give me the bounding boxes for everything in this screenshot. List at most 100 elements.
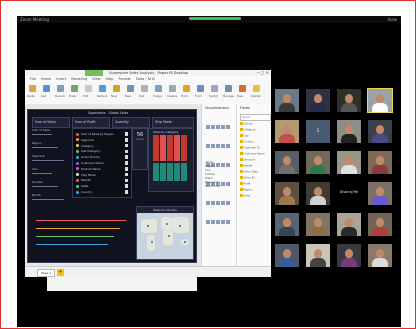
field-item[interactable]: Region [240,188,252,192]
ribbon-button-icon[interactable] [43,85,50,92]
field-item[interactable]: Orders [240,122,252,126]
participant-tile[interactable] [306,151,330,174]
kpi-card[interactable]: Ship Mode [152,117,194,128]
field-item[interactable]: Order Date [240,170,258,174]
participant-tile[interactable] [306,244,330,267]
line-chart[interactable] [32,206,134,258]
legend-checkbox[interactable] [124,149,128,154]
visual-type-icon[interactable] [220,219,225,224]
legend-checkbox[interactable] [124,138,128,142]
ribbon-button-icon[interactable] [85,85,92,92]
field-item[interactable]: Order ID [240,176,254,180]
ribbon-button-icon[interactable] [127,85,134,92]
legend-item[interactable]: Ship Mode [76,173,128,177]
ribbon-button-icon[interactable] [225,85,232,92]
legend-checkbox[interactable] [124,172,128,177]
participant-tile[interactable] [275,213,299,236]
field-item[interactable]: Category [240,128,255,132]
visual-type-icon[interactable] [210,124,215,129]
count-card[interactable]: 56 Count [132,128,148,170]
legend-checkbox[interactable] [124,190,128,194]
legend-item[interactable]: Sub-Category [76,149,128,153]
visual-type-icon[interactable] [225,181,230,186]
visual-type-icon[interactable] [215,219,220,224]
participant-tile[interactable] [275,89,299,112]
legend-item[interactable]: Product Name [76,167,128,171]
add-page-button[interactable]: + [57,269,64,276]
participant-tile[interactable] [368,151,392,174]
participant-tile[interactable]: S [306,120,330,143]
participant-tile[interactable] [275,151,299,174]
visual-type-icon[interactable] [225,143,230,148]
map-visual[interactable]: Sales by Country [136,206,194,260]
visual-type-icon[interactable] [225,200,230,205]
ribbon-button-icon[interactable] [71,85,78,92]
visual-type-icon[interactable] [205,200,210,205]
legend-checkbox[interactable] [124,184,128,188]
legend-item[interactable]: Country [76,190,128,194]
kpi-card[interactable]: Sum of Profit [72,117,110,128]
legend-item[interactable]: State [76,184,128,188]
field-item[interactable]: Sales [240,194,250,198]
participant-tile[interactable] [368,120,392,143]
participant-tile[interactable]: Dhanraj Pal [337,182,361,205]
participant-tile[interactable] [368,213,392,236]
visual-type-icon[interactable] [215,124,220,129]
legend-checkbox[interactable] [124,161,128,165]
ribbon-button-icon[interactable] [239,85,246,92]
participant-tile[interactable] [367,88,393,113]
legend-item[interactable]: Segment [76,138,128,142]
visual-type-icon[interactable] [225,219,230,224]
visual-type-icon[interactable] [225,162,230,167]
participant-tile[interactable] [337,151,361,174]
participant-tile[interactable] [306,213,330,236]
visual-type-icon[interactable] [220,143,225,148]
kpi-card[interactable]: Sum of Sales [32,117,70,128]
legend-item[interactable]: Customer Name [76,161,128,165]
participant-tile[interactable] [368,244,392,267]
ribbon-button-icon[interactable] [99,85,106,92]
legend-item[interactable]: Sum of Sales by Region [76,132,128,136]
participant-tile[interactable] [337,89,361,112]
legend-item[interactable]: Category [76,144,128,148]
field-item[interactable]: Customer Name [240,152,265,156]
ribbon-button-icon[interactable] [169,85,176,92]
visual-type-icon[interactable] [215,143,220,148]
visual-type-icon[interactable] [210,219,215,224]
legend-checkbox[interactable] [124,178,128,183]
ribbon-button-icon[interactable] [253,85,260,92]
field-item[interactable]: Country [240,140,254,144]
participant-tile[interactable] [368,182,392,205]
visual-type-icon[interactable] [210,143,215,148]
visual-type-icon[interactable] [210,200,215,205]
participant-tile[interactable] [337,244,361,267]
legend-checkbox[interactable] [124,155,128,159]
ribbon-button-icon[interactable] [113,85,120,92]
participant-tile[interactable] [275,120,299,143]
field-item[interactable]: Market [240,164,252,168]
ribbon-button-icon[interactable] [197,85,204,92]
field-item[interactable]: Customer ID [240,146,260,150]
participant-tile[interactable] [306,182,330,205]
visual-type-icon[interactable] [225,124,230,129]
legend-item[interactable]: Market [76,178,128,182]
participant-tile[interactable] [306,89,330,112]
visual-type-icon[interactable] [205,124,210,129]
ribbon-button-icon[interactable] [183,85,190,92]
legend-slicer-panel[interactable]: Sum of Sales by Region Segment Category Sub… [72,128,132,198]
visual-type-icon[interactable] [205,219,210,224]
ribbon-button-icon[interactable] [57,85,64,92]
screen-share-indicator[interactable] [189,17,241,20]
field-item[interactable]: City [240,134,249,138]
legend-checkbox[interactable] [124,132,128,136]
legend-checkbox[interactable] [124,143,128,148]
participant-tile[interactable] [275,244,299,267]
legend-checkbox[interactable] [124,167,128,171]
page-tab[interactable]: Page 1 [37,269,55,277]
ribbon-button-icon[interactable] [29,85,36,92]
legend-item[interactable]: Order Priority [76,155,128,159]
visual-type-icon[interactable] [205,143,210,148]
visual-type-icon[interactable] [220,200,225,205]
participant-tile[interactable] [275,182,299,205]
ribbon-button-icon[interactable] [141,85,148,92]
